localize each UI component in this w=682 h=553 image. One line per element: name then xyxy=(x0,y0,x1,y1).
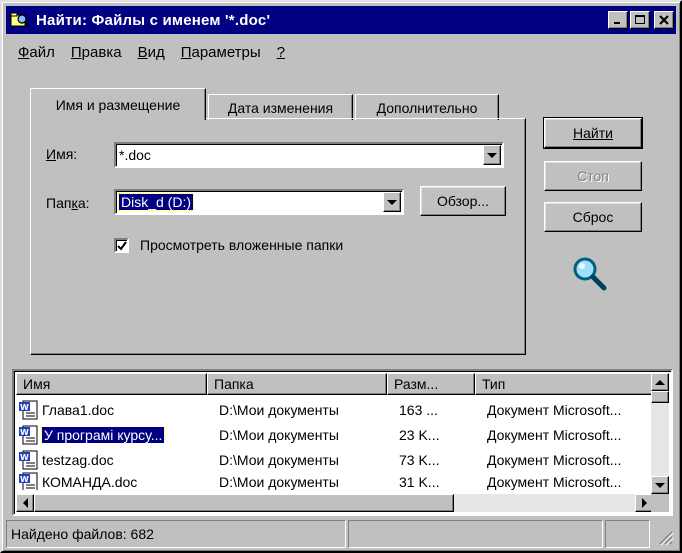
row-name: testzag.doc xyxy=(42,451,114,468)
status-panel-2 xyxy=(348,520,603,548)
folder-label: Папка: xyxy=(46,195,90,211)
row-type: Документ Microsoft... xyxy=(487,474,622,490)
folder-dropdown-button[interactable] xyxy=(383,192,401,212)
table-row[interactable]: W У програмі курсу... D:\Мои документы 2… xyxy=(16,422,651,447)
svg-text:W: W xyxy=(20,475,29,484)
row-folder: D:\Мои документы xyxy=(219,426,339,443)
arrow-left-icon xyxy=(22,498,28,508)
row-name: КОМАНДА.doc xyxy=(42,474,138,490)
folder-value: Disk_d (D:) xyxy=(117,193,195,211)
horizontal-scroll-thumb[interactable] xyxy=(34,494,454,512)
find-files-window: Найти: Файлы с именем '*.doc' Файл Правк… xyxy=(0,0,682,553)
folder-input[interactable]: Disk_d (D:) xyxy=(114,189,404,215)
results-header: Имя Папка Разм... Тип xyxy=(16,373,655,395)
menu-bar: Файл Правка Вид Параметры ? xyxy=(10,40,293,64)
table-row[interactable]: W Глава1.doc D:\Мои документы 163 ... До… xyxy=(16,397,651,422)
row-name: Глава1.doc xyxy=(42,401,115,418)
svg-text:W: W xyxy=(20,428,29,437)
row-size: 163 ... xyxy=(399,401,438,418)
column-name[interactable]: Имя xyxy=(16,373,207,395)
menu-help[interactable]: ? xyxy=(269,44,293,61)
column-size[interactable]: Разм... xyxy=(387,373,475,395)
menu-view[interactable]: Вид xyxy=(130,44,173,61)
arrow-up-icon xyxy=(655,379,665,385)
title-bar[interactable]: Найти: Файлы с именем '*.doc' xyxy=(6,6,676,34)
stop-button[interactable]: Стоп xyxy=(544,161,642,191)
scroll-corner xyxy=(651,494,669,512)
scroll-left-button[interactable] xyxy=(16,494,34,512)
subfolders-checkbox[interactable] xyxy=(114,238,129,253)
horizontal-scrollbar[interactable] xyxy=(16,494,653,512)
menu-file[interactable]: Файл xyxy=(10,44,63,61)
checkmark-icon xyxy=(116,240,127,251)
vertical-scroll-thumb[interactable] xyxy=(651,391,669,403)
search-folder-icon xyxy=(10,10,30,30)
menu-edit[interactable]: Правка xyxy=(63,44,130,61)
row-size: 31 K... xyxy=(399,474,440,490)
svg-text:W: W xyxy=(20,403,29,412)
browse-button[interactable]: Обзор... xyxy=(420,186,506,216)
subfolders-label: Просмотреть вложенные папки xyxy=(140,237,344,253)
word-document-icon: W xyxy=(18,400,40,420)
vertical-scrollbar[interactable] xyxy=(651,373,669,494)
row-type: Документ Microsoft... xyxy=(487,451,622,468)
arrow-down-icon xyxy=(655,482,665,488)
column-folder[interactable]: Папка xyxy=(207,373,387,395)
reset-button[interactable]: Сброс xyxy=(544,202,642,232)
svg-text:W: W xyxy=(20,453,29,462)
magnifier-icon xyxy=(570,254,616,294)
minimize-button[interactable] xyxy=(608,11,628,29)
word-document-icon: W xyxy=(18,425,40,445)
row-folder: D:\Мои документы xyxy=(219,474,339,490)
arrow-right-icon xyxy=(641,498,647,508)
window-title: Найти: Файлы с именем '*.doc' xyxy=(36,11,271,29)
word-document-icon: W xyxy=(18,450,40,470)
name-dropdown-button[interactable] xyxy=(483,145,501,165)
row-size: 73 K... xyxy=(399,451,440,468)
name-input[interactable]: *.doc xyxy=(114,142,504,168)
scroll-up-button[interactable] xyxy=(651,373,669,391)
table-row[interactable]: W КОМАНДА.doc D:\Мои документы 31 K... Д… xyxy=(16,472,651,490)
row-folder: D:\Мои документы xyxy=(219,451,339,468)
chevron-down-icon xyxy=(487,152,497,158)
status-bar: Найдено файлов: 682 xyxy=(6,520,676,548)
row-type: Документ Microsoft... xyxy=(487,426,622,443)
status-found-count: Найдено файлов: 682 xyxy=(6,520,346,548)
tab-date-modified[interactable]: Дата изменения xyxy=(208,94,353,120)
chevron-down-icon xyxy=(387,199,397,205)
tab-name-location[interactable]: Имя и размещение xyxy=(30,88,206,120)
find-button[interactable]: Найти xyxy=(543,117,643,149)
row-size: 23 K... xyxy=(399,426,440,443)
table-row[interactable]: W testzag.doc D:\Мои документы 73 K... Д… xyxy=(16,447,651,472)
row-name: У програмі курсу... xyxy=(40,426,166,443)
close-button[interactable] xyxy=(654,11,674,29)
row-folder: D:\Мои документы xyxy=(219,401,339,418)
row-type: Документ Microsoft... xyxy=(487,401,622,418)
maximize-button[interactable] xyxy=(630,11,650,29)
word-document-icon: W xyxy=(18,472,40,490)
results-list[interactable]: Имя Папка Разм... Тип W Глава1.doc D:\Мо… xyxy=(12,369,673,516)
tab-advanced[interactable]: Дополнительно xyxy=(355,94,499,120)
column-type[interactable]: Тип xyxy=(475,373,655,395)
status-panel-3 xyxy=(605,520,650,548)
scroll-down-button[interactable] xyxy=(651,476,669,494)
name-label: Имя: xyxy=(46,146,78,162)
menu-options[interactable]: Параметры xyxy=(173,44,269,61)
resize-grip-icon[interactable] xyxy=(652,520,674,548)
